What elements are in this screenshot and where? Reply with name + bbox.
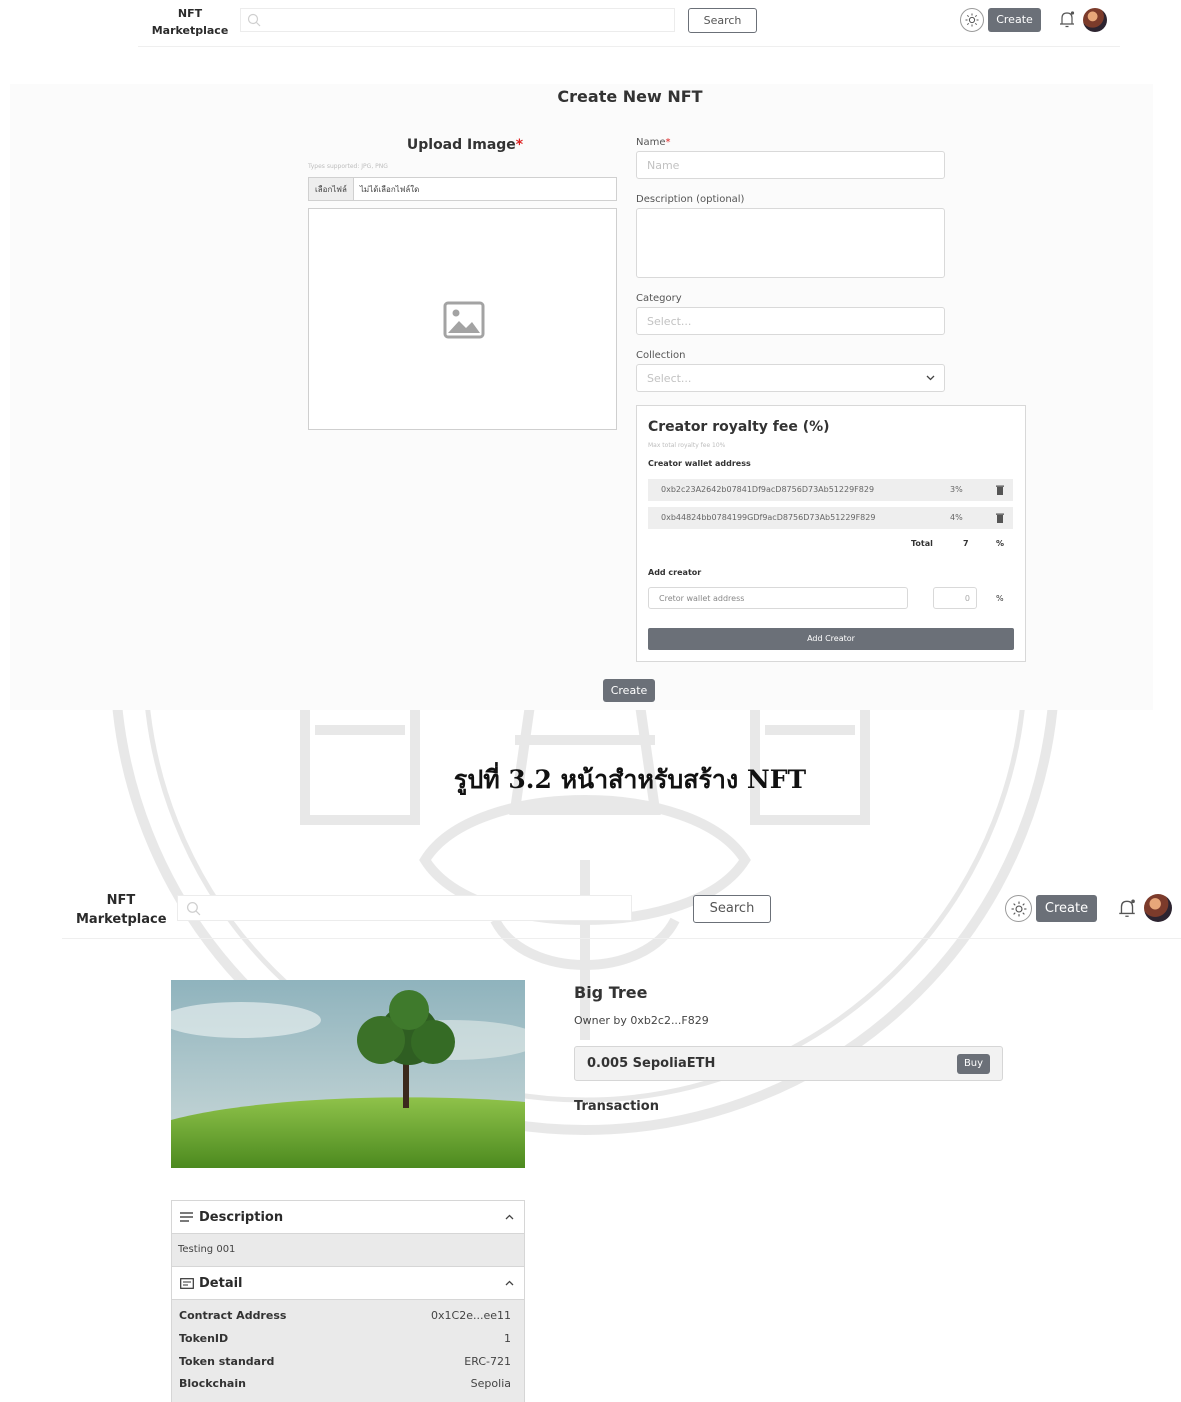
creator-row: 0xb44824bb0784199GDf9acD8756D73Ab51229F8… — [648, 507, 1013, 529]
royalty-section: Creator royalty fee (%) Max total royalt… — [636, 405, 1026, 662]
figure-caption: รูปที่ 3.2 หน้าสำหรับสร้าง NFT — [453, 765, 807, 794]
search-button[interactable]: Search — [688, 8, 757, 33]
collection-placeholder: Select... — [647, 371, 692, 385]
creator-address: 0xb44824bb0784199GDf9acD8756D73Ab51229F8… — [661, 513, 876, 522]
detail-value: 1 — [504, 1332, 511, 1345]
detail-value: ERC-721 — [464, 1355, 511, 1368]
total-value: 7 — [963, 539, 969, 548]
add-creator-button[interactable]: Add Creator — [648, 628, 1014, 650]
creator-percent-input[interactable]: 0 — [933, 587, 977, 609]
detail-header[interactable]: Detail — [172, 1267, 524, 1300]
brand-line2: Marketplace — [76, 912, 167, 927]
navbar-divider — [62, 938, 1181, 939]
avatar[interactable] — [1083, 8, 1107, 32]
nft-name: Big Tree — [574, 983, 648, 1002]
chevron-up-icon — [505, 1280, 514, 1286]
royalty-title: Creator royalty fee (%) — [648, 419, 830, 435]
name-label-text: Name — [636, 137, 666, 148]
theme-toggle[interactable] — [1005, 895, 1032, 922]
brand-line2: Marketplace — [151, 24, 229, 37]
owner-text[interactable]: Owner by 0xb2c2...F829 — [574, 1014, 709, 1027]
add-percent-unit: % — [996, 594, 1004, 603]
sun-icon — [1011, 901, 1026, 916]
description-textarea[interactable] — [636, 208, 945, 278]
upload-title: Upload Image* — [360, 137, 570, 153]
nft-image — [171, 980, 525, 1168]
info-accordion: Description Testing 001 Detail Contract … — [171, 1200, 525, 1402]
trash-icon[interactable] — [996, 513, 1004, 523]
detail-row: Contract Address 0x1C2e...ee11 — [179, 1309, 511, 1322]
name-label: Name* — [636, 137, 671, 148]
navbar-divider — [138, 46, 1120, 47]
collection-label: Collection — [636, 350, 686, 361]
price-box: 0.005 SepoliaETH Buy — [574, 1046, 1003, 1081]
trash-icon[interactable] — [996, 485, 1004, 495]
avatar[interactable] — [1144, 894, 1172, 922]
brand-line1: NFT — [177, 7, 203, 20]
detail-row: Token standard ERC-721 — [179, 1355, 511, 1368]
create-nav-button[interactable]: Create — [1036, 895, 1097, 922]
detail-value: Sepolia — [470, 1377, 511, 1390]
description-label: Description (optional) — [636, 194, 745, 205]
bell-icon[interactable] — [1117, 898, 1137, 919]
detail-key: TokenID — [179, 1332, 229, 1345]
page-title: Create New NFT — [557, 87, 703, 106]
search-button[interactable]: Search — [693, 895, 771, 923]
choose-file-button[interactable]: เลือกไฟล์ — [309, 178, 354, 200]
detail-row: Blockchain Sepolia — [179, 1377, 511, 1390]
total-unit: % — [996, 539, 1005, 548]
wallet-address-label: Creator wallet address — [648, 459, 751, 468]
total-label: Total — [911, 539, 933, 548]
image-placeholder-icon — [443, 301, 485, 339]
submit-create-button[interactable]: Create — [603, 679, 655, 702]
description-title: Description — [199, 1209, 284, 1225]
detail-key: Blockchain — [179, 1377, 246, 1390]
search-input[interactable] — [177, 895, 632, 921]
upload-title-text: Upload Image — [406, 137, 516, 153]
sun-icon — [965, 13, 979, 27]
category-label: Category — [636, 293, 682, 304]
brand-logo[interactable]: NFT Marketplace — [76, 891, 167, 929]
name-required-mark: * — [665, 137, 671, 148]
file-status: ไม่ได้เลือกไฟล์ใด — [359, 184, 420, 194]
file-types-hint: Types supported: JPG, PNG — [308, 163, 388, 170]
creator-percent: 4% — [950, 513, 963, 522]
search-icon — [186, 901, 201, 916]
detail-value[interactable]: 0x1C2e...ee11 — [431, 1309, 511, 1322]
creator-row: 0xb2c23A2642b07841Df9acD8756D73Ab51229F8… — [648, 479, 1013, 501]
description-header[interactable]: Description — [172, 1201, 524, 1234]
chevron-up-icon — [505, 1214, 514, 1220]
description-text: Testing 001 — [172, 1234, 524, 1267]
detail-row: TokenID 1 — [179, 1332, 511, 1345]
chevron-down-icon — [926, 375, 935, 381]
image-preview — [308, 208, 617, 430]
brand-line1: NFT — [106, 893, 136, 908]
document-icon — [180, 1277, 194, 1289]
brand-logo[interactable]: NFT Marketplace — [150, 5, 230, 39]
search-input[interactable] — [240, 8, 675, 32]
required-mark: * — [515, 137, 524, 153]
bell-icon[interactable] — [1058, 10, 1076, 29]
detail-key: Contract Address — [179, 1309, 287, 1322]
add-creator-label: Add creator — [648, 568, 702, 577]
creator-percent: 3% — [950, 485, 963, 494]
name-input[interactable]: Name — [636, 151, 945, 179]
detail-key: Token standard — [179, 1355, 275, 1368]
detail-body: Contract Address 0x1C2e...ee11 TokenID 1… — [172, 1300, 524, 1402]
creator-wallet-input[interactable]: Cretor wallet address — [648, 587, 908, 609]
category-select[interactable]: Select... — [636, 307, 945, 335]
price: 0.005 SepoliaETH — [587, 1056, 716, 1071]
buy-button[interactable]: Buy — [957, 1054, 990, 1074]
create-nav-button[interactable]: Create — [988, 8, 1041, 32]
search-icon — [247, 13, 261, 27]
detail-title: Detail — [199, 1275, 243, 1291]
creator-address: 0xb2c23A2642b07841Df9acD8756D73Ab51229F8… — [661, 485, 875, 494]
theme-toggle[interactable] — [960, 8, 984, 32]
list-icon — [180, 1212, 193, 1222]
transaction-label: Transaction — [574, 1099, 659, 1114]
file-input[interactable]: เลือกไฟล์ ไม่ได้เลือกไฟล์ใด — [308, 177, 617, 201]
collection-select[interactable]: Select... — [636, 364, 945, 392]
royalty-hint: Max total royalty fee 10% — [648, 442, 726, 449]
